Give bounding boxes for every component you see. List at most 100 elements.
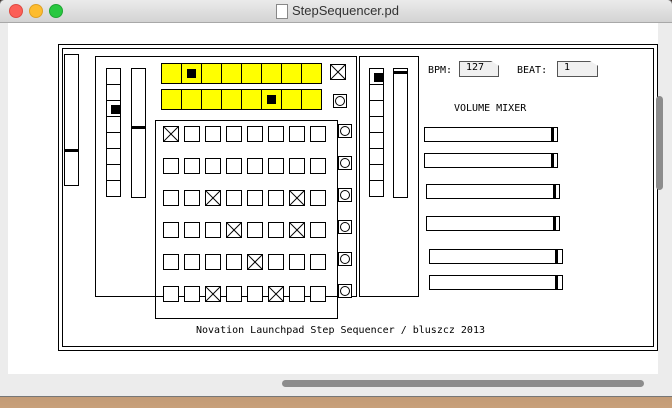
top-toggle[interactable] [330, 64, 346, 80]
step-toggle[interactable] [163, 254, 179, 270]
step-toggle[interactable] [163, 222, 179, 238]
volume-slider-knob[interactable] [555, 250, 558, 263]
step-toggle[interactable] [184, 254, 200, 270]
row-bang[interactable] [338, 124, 352, 138]
step-toggle[interactable] [205, 254, 221, 270]
left-vertical-slider[interactable] [131, 68, 146, 198]
step-toggle[interactable] [289, 286, 305, 302]
step-toggle[interactable] [310, 190, 326, 206]
step-toggle[interactable] [247, 158, 263, 174]
row-bang[interactable] [338, 188, 352, 202]
step-toggle[interactable] [226, 158, 242, 174]
step-toggle[interactable] [310, 286, 326, 302]
left-tall-slider[interactable] [64, 54, 79, 186]
left-radio-cell[interactable] [106, 100, 121, 117]
playhead-indicator [267, 95, 276, 104]
volume-slider-knob[interactable] [551, 128, 554, 141]
volume-slider[interactable] [429, 275, 563, 290]
bpm-number-box[interactable]: 127 [459, 61, 499, 77]
left-radio-cell[interactable] [106, 68, 121, 85]
step-indicator-cell [201, 63, 222, 84]
step-toggle[interactable] [205, 158, 221, 174]
right-radio-cell[interactable] [369, 148, 384, 165]
step-toggle[interactable] [226, 190, 242, 206]
step-toggle[interactable] [268, 222, 284, 238]
step-toggle[interactable] [205, 286, 221, 302]
step-toggle[interactable] [205, 222, 221, 238]
step-toggle[interactable] [205, 126, 221, 142]
step-toggle[interactable] [205, 190, 221, 206]
volume-slider[interactable] [424, 127, 558, 142]
volume-slider[interactable] [426, 216, 560, 231]
step-toggle[interactable] [268, 158, 284, 174]
step-toggle[interactable] [289, 126, 305, 142]
right-vertical-slider[interactable] [393, 68, 408, 198]
volume-slider-knob[interactable] [553, 185, 556, 198]
step-toggle[interactable] [247, 286, 263, 302]
step-toggle[interactable] [184, 190, 200, 206]
row-bang[interactable] [338, 156, 352, 170]
patch-canvas[interactable]: BPM: 127 BEAT: 1 VOLUME MIXER Novation L… [8, 23, 658, 374]
step-toggle[interactable] [310, 158, 326, 174]
left-radio-cell[interactable] [106, 164, 121, 181]
step-toggle[interactable] [163, 158, 179, 174]
step-toggle[interactable] [163, 286, 179, 302]
volume-slider[interactable] [426, 184, 560, 199]
right-radio-cell[interactable] [369, 132, 384, 149]
step-toggle[interactable] [268, 126, 284, 142]
zoom-window-button[interactable] [49, 4, 63, 18]
row-bang[interactable] [338, 252, 352, 266]
right-radio-cell[interactable] [369, 68, 384, 85]
step-toggle[interactable] [226, 286, 242, 302]
step-toggle[interactable] [226, 222, 242, 238]
right-radio-indicator [374, 73, 383, 82]
step-toggle[interactable] [289, 190, 305, 206]
volume-slider-knob[interactable] [555, 276, 558, 289]
step-toggle[interactable] [163, 126, 179, 142]
beat-number-box[interactable]: 1 [557, 61, 598, 77]
step-toggle[interactable] [184, 286, 200, 302]
step-toggle[interactable] [247, 126, 263, 142]
right-radio-cell[interactable] [369, 116, 384, 133]
step-toggle[interactable] [247, 254, 263, 270]
left-radio-cell[interactable] [106, 148, 121, 165]
step-toggle[interactable] [184, 126, 200, 142]
volume-slider[interactable] [429, 249, 563, 264]
horizontal-scrollbar[interactable] [282, 380, 644, 387]
right-radio-cell[interactable] [369, 180, 384, 197]
vertical-scrollbar[interactable] [656, 96, 663, 190]
step-toggle[interactable] [310, 126, 326, 142]
step-indicator-cell [181, 63, 202, 84]
right-radio-cell[interactable] [369, 164, 384, 181]
step-toggle[interactable] [247, 190, 263, 206]
step-toggle[interactable] [289, 158, 305, 174]
step-toggle[interactable] [247, 222, 263, 238]
step-toggle[interactable] [289, 222, 305, 238]
volume-slider-knob[interactable] [551, 154, 554, 167]
step-toggle[interactable] [268, 254, 284, 270]
right-radio-cell[interactable] [369, 84, 384, 101]
right-radio-cell[interactable] [369, 100, 384, 117]
top-bang[interactable] [333, 94, 347, 108]
step-toggle[interactable] [184, 158, 200, 174]
step-toggle[interactable] [268, 286, 284, 302]
row-bang[interactable] [338, 284, 352, 298]
left-radio-cell[interactable] [106, 84, 121, 101]
step-toggle[interactable] [268, 190, 284, 206]
step-toggle[interactable] [226, 254, 242, 270]
volume-mixer-title: VOLUME MIXER [454, 103, 527, 114]
step-toggle[interactable] [226, 126, 242, 142]
left-radio-cell[interactable] [106, 132, 121, 149]
left-radio-cell[interactable] [106, 180, 121, 197]
volume-slider-knob[interactable] [553, 217, 556, 230]
close-window-button[interactable] [9, 4, 23, 18]
left-radio-cell[interactable] [106, 116, 121, 133]
step-toggle[interactable] [163, 190, 179, 206]
step-toggle[interactable] [310, 254, 326, 270]
volume-slider[interactable] [424, 153, 558, 168]
step-toggle[interactable] [310, 222, 326, 238]
step-toggle[interactable] [184, 222, 200, 238]
row-bang[interactable] [338, 220, 352, 234]
step-toggle[interactable] [289, 254, 305, 270]
minimize-window-button[interactable] [29, 4, 43, 18]
